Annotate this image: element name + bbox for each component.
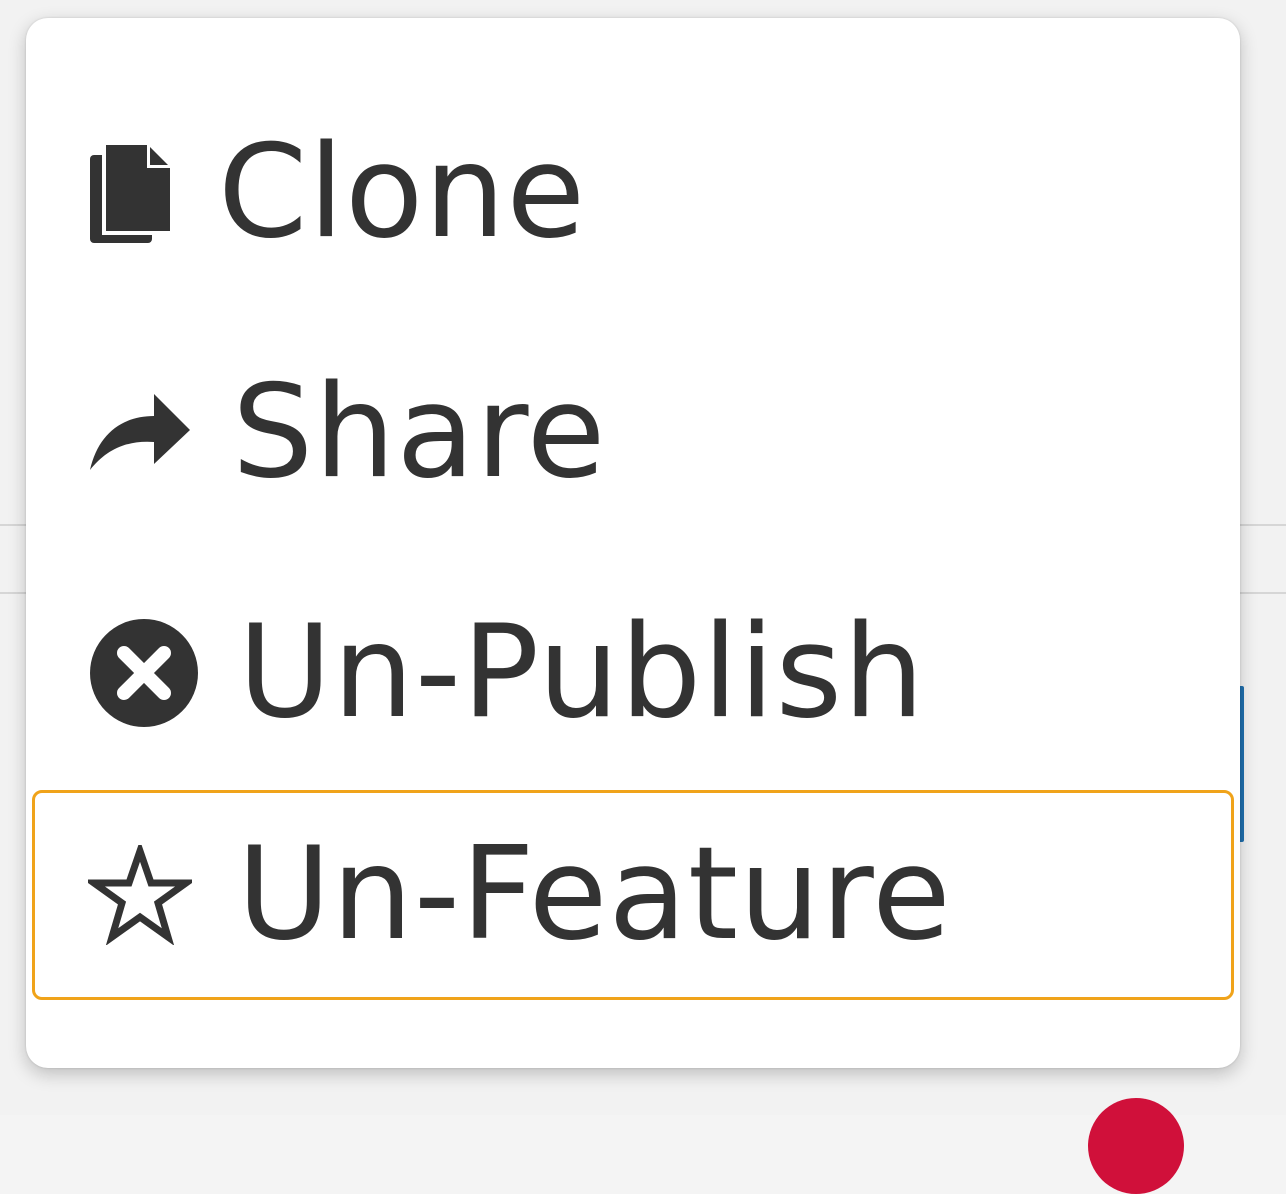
menu-item-unpublish[interactable]: Un-Publish <box>32 568 1234 778</box>
menu-item-label: Clone <box>218 118 587 267</box>
menu-item-clone[interactable]: Clone <box>32 88 1234 298</box>
menu-item-label: Share <box>232 358 607 507</box>
menu-item-label: Un-Publish <box>238 598 926 747</box>
close-circle-icon <box>88 615 204 731</box>
share-icon <box>88 375 204 491</box>
menu-item-label: Un-Feature <box>237 820 952 969</box>
clone-icon <box>88 135 204 251</box>
menu-item-unfeature[interactable]: Un-Feature <box>32 790 1234 1000</box>
background-notification-badge <box>1088 1098 1184 1194</box>
menu-item-share[interactable]: Share <box>32 328 1234 538</box>
star-outline-icon <box>88 837 204 953</box>
context-menu: Clone Share Un-Publish Un-Feature <box>26 18 1240 1068</box>
